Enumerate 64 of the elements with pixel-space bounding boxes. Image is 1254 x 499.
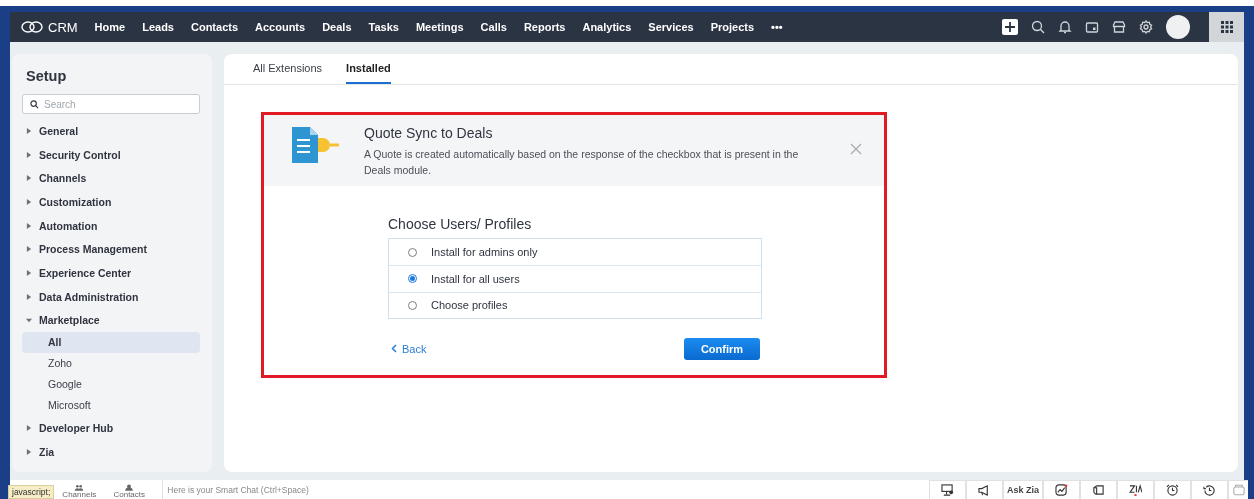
zia-icon[interactable] — [1129, 484, 1142, 496]
sidebar-item[interactable]: Marketplace — [39, 314, 100, 327]
sidebar-item[interactable]: General — [39, 124, 79, 137]
extension-title: Quote Sync to Deals — [364, 125, 494, 141]
search-icon[interactable] — [1031, 20, 1045, 34]
nav-item[interactable]: Tasks — [368, 21, 399, 33]
crm-logo-icon — [21, 21, 43, 33]
tab[interactable]: Installed — [346, 54, 391, 84]
back-link[interactable]: Back — [388, 342, 427, 355]
nav-item[interactable]: Meetings — [415, 21, 464, 33]
option-label[interactable]: Choose profiles — [431, 299, 508, 312]
sidebar-subitem[interactable]: All — [22, 332, 200, 354]
option-label[interactable]: Install for all users — [431, 272, 520, 285]
sidebar-subitem[interactable]: Zoho — [22, 353, 200, 375]
nav-item[interactable]: Contacts — [190, 21, 239, 33]
calendar-icon[interactable] — [1085, 20, 1099, 34]
chevron-left-icon — [391, 344, 397, 354]
person-icon — [124, 484, 135, 491]
shortcut-button[interactable]: Contacts — [104, 480, 155, 499]
nav-item[interactable]: Services — [648, 21, 694, 33]
chart-icon[interactable] — [1055, 484, 1068, 496]
search-field[interactable]: Search — [22, 94, 200, 114]
avatar[interactable] — [1166, 15, 1190, 39]
nav-item[interactable]: Analytics — [582, 21, 632, 33]
chat-field[interactable]: Here is your Smart Chat (Ctrl+Space) — [162, 480, 929, 499]
people-icon — [74, 484, 85, 491]
nav-item[interactable]: Reports — [523, 21, 566, 33]
sidebar-item[interactable]: Developer Hub — [39, 422, 114, 435]
history-icon[interactable] — [1203, 484, 1216, 496]
presentation-icon[interactable] — [941, 484, 954, 496]
sidebar-item[interactable]: Automation — [39, 219, 98, 232]
sidebar-item[interactable]: Zia — [39, 445, 55, 458]
nav-item[interactable]: Accounts — [255, 21, 306, 33]
sidebar-item[interactable]: Channels — [39, 172, 87, 185]
more-menu[interactable]: ••• — [771, 21, 783, 33]
panel-title: Setup — [26, 68, 68, 84]
option-label[interactable]: Install for admins only — [431, 246, 538, 259]
sidebar-subitem[interactable]: Microsoft — [22, 395, 200, 417]
nav-item[interactable]: Projects — [710, 21, 755, 33]
sidebar-item[interactable]: Security Control — [39, 148, 121, 161]
nav-item[interactable]: Home — [94, 21, 126, 33]
bell-icon[interactable] — [1058, 20, 1072, 34]
extension-description: A Quote is created automatically based on the response of the checkbox that is present in the Deals module. — [364, 147, 800, 178]
sidebar-item[interactable]: Experience Center — [39, 266, 132, 279]
megaphone-icon[interactable] — [978, 484, 991, 496]
nav-item[interactable]: Leads — [142, 21, 174, 33]
shortcut-button[interactable]: Channels — [54, 480, 105, 499]
confirm-button[interactable]: Confirm — [684, 337, 760, 360]
apps-grid-icon[interactable] — [1220, 21, 1233, 33]
nav-item[interactable]: Calls — [480, 21, 507, 33]
sidebar-item[interactable]: Customization — [39, 195, 112, 208]
plus-icon[interactable] — [1002, 19, 1018, 35]
alarm-clock-icon[interactable] — [1166, 484, 1179, 496]
sidebar-subitem[interactable]: Google — [22, 374, 200, 396]
store-icon[interactable] — [1112, 20, 1126, 34]
sidebar-item[interactable]: Process Management — [39, 243, 147, 256]
app-name: CRM — [48, 19, 78, 35]
sidebar-item[interactable]: Data Administration — [39, 290, 139, 303]
settings-icon[interactable] — [1139, 20, 1153, 34]
section-heading: Choose Users/ Profiles — [388, 216, 533, 232]
search-icon — [30, 100, 39, 109]
status-tooltip: javascript; — [8, 485, 55, 499]
nav-item[interactable]: Deals — [322, 21, 352, 33]
tab[interactable]: All Extensions — [253, 54, 323, 84]
